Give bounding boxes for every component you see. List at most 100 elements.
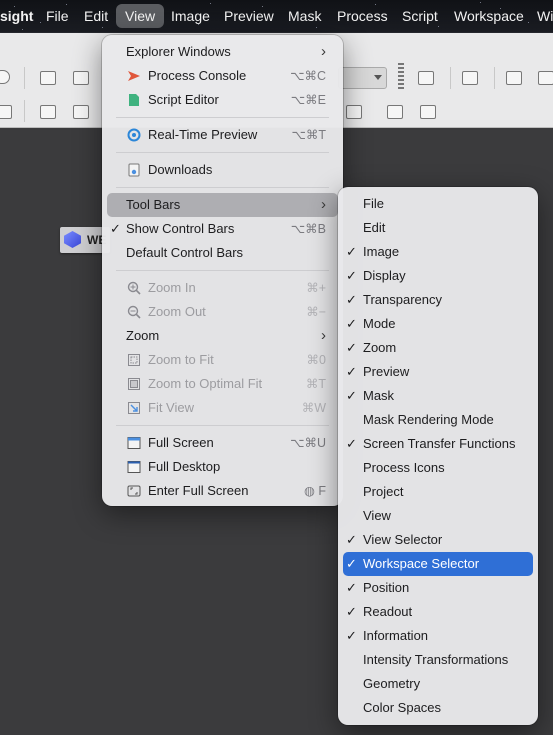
redo-icon[interactable] [0,70,10,84]
menu-item-label: Transparency [363,292,442,307]
toolbar-option-project[interactable]: Project [343,480,533,504]
toolbar-option-preview[interactable]: ✓ Preview [343,360,533,384]
toolbar-option-edit[interactable]: Edit [343,216,533,240]
menu-item-show-control-bars[interactable]: ✓ Show Control Bars ⌥⌘B [107,217,338,241]
menu-shortcut: ⌥⌘B [290,222,326,236]
menu-item-label: Zoom [363,340,397,355]
menubar-file[interactable]: File [46,8,69,24]
menu-item-zoom-to-optimal-fit[interactable]: Zoom to Optimal Fit ⌘T [107,372,338,396]
menubar-image[interactable]: Image [171,8,210,24]
toolbar-option-information[interactable]: ✓ Information [343,624,533,648]
menubar-window[interactable]: Wi [537,8,553,24]
toolbar-option-view-selector[interactable]: ✓ View Selector [343,528,533,552]
toolbar-tool-icon[interactable] [0,105,12,119]
starfield-dot [22,29,23,30]
fit-view-icon [128,402,140,414]
menu-item-full-screen[interactable]: Full Screen ⌥⌘U [107,431,338,455]
menu-item-enter-full-screen[interactable]: Enter Full Screen ◍ F [107,479,338,503]
toolbar-option-geometry[interactable]: Geometry [343,672,533,696]
script-editor-icon [129,94,139,106]
menu-item-default-control-bars[interactable]: Default Control Bars [107,241,338,265]
menu-item-script-editor[interactable]: Script Editor ⌥⌘E [107,88,338,112]
menu-item-explorer-windows[interactable]: Explorer Windows › [107,40,338,64]
toolbar-option-view[interactable]: View [343,504,533,528]
zoom-to-fit-icon [128,354,140,366]
toolbar-option-process-icons[interactable]: Process Icons [343,456,533,480]
toolbar-option-readout[interactable]: ✓ Readout [343,600,533,624]
checkmark-icon: ✓ [346,604,357,619]
menu-item-process-console[interactable]: Process Console ⌥⌘C [107,64,338,88]
menubar-process[interactable]: Process [337,8,388,24]
toolbar-tool-icon[interactable] [387,105,403,119]
toolbar-tool-icon[interactable] [73,71,89,85]
toolbar-tool-icon[interactable] [506,71,522,85]
zoom-optimal-icon [128,378,140,390]
menubar-script[interactable]: Script [402,8,438,24]
toolbar-option-workspace-selector[interactable]: ✓ Workspace Selector [343,552,533,576]
menu-item-zoom-out[interactable]: Zoom Out ⌘− [107,300,338,324]
menu-separator [116,152,329,153]
full-screen-icon [127,437,141,449]
menubar-app-name[interactable]: sight [0,8,33,24]
menu-item-zoom[interactable]: Zoom › [107,324,338,348]
toolbar-tool-icon[interactable] [418,71,434,85]
toolbar-option-zoom[interactable]: ✓ Zoom [343,336,533,360]
menubar-view[interactable]: View [116,4,165,28]
menubar-edit[interactable]: Edit [84,8,108,24]
menu-item-label: Mask [363,388,395,403]
toolbar-option-color-spaces[interactable]: Color Spaces [343,696,533,720]
menu-item-label: Screen Transfer Functions [363,436,516,451]
checkmark-icon: ✓ [346,364,357,379]
menu-separator [116,270,329,271]
checkmark-icon: ✓ [346,388,357,403]
menu-item-label: Process Console [148,68,247,83]
menu-item-fit-view[interactable]: Fit View ⌘W [107,396,338,420]
menu-item-zoom-to-fit[interactable]: Zoom to Fit ⌘0 [107,348,338,372]
menu-item-label: Geometry [363,676,421,691]
starfield-dot [528,22,529,23]
menu-item-label: Workspace Selector [363,556,480,571]
toolbar-option-file[interactable]: File [343,192,533,216]
toolbar-option-mask[interactable]: ✓ Mask [343,384,533,408]
menu-separator [116,187,329,188]
menu-item-label: Information [363,628,429,643]
toolbar-grip-handle[interactable] [398,63,404,91]
menu-item-label: Tool Bars [126,197,181,212]
toolbar-separator [494,67,495,89]
menu-item-zoom-in[interactable]: Zoom In ⌘+ [107,276,338,300]
menu-item-label: Display [363,268,406,283]
menubar-preview[interactable]: Preview [224,8,274,24]
menu-item-label: Color Spaces [363,700,442,715]
checkmark-icon: ✓ [346,580,357,595]
menu-item-label: Readout [363,604,413,619]
toolbar-option-transparency[interactable]: ✓ Transparency [343,288,533,312]
chevron-right-icon: › [321,43,326,60]
menu-item-tool-bars[interactable]: Tool Bars › [107,193,338,217]
menu-item-full-desktop[interactable]: Full Desktop [107,455,338,479]
menu-shortcut-key: F [318,484,326,498]
toolbar-tool-icon[interactable] [462,71,478,85]
menu-item-downloads[interactable]: Downloads [107,158,338,182]
toolbar-tool-icon[interactable] [420,105,436,119]
starfield-dot [375,4,376,5]
menubar-mask[interactable]: Mask [288,8,321,24]
toolbar-tool-icon[interactable] [40,105,56,119]
toolbar-option-image[interactable]: ✓ Image [343,240,533,264]
toolbar-option-mode[interactable]: ✓ Mode [343,312,533,336]
toolbar-option-display[interactable]: ✓ Display [343,264,533,288]
toolbar-tool-icon[interactable] [346,105,362,119]
toolbar-tool-icon[interactable] [538,71,553,85]
menu-item-realtime-preview[interactable]: Real-Time Preview ⌥⌘T [107,123,338,147]
toolbar-tool-icon[interactable] [73,105,89,119]
toolbar-option-position[interactable]: ✓ Position [343,576,533,600]
toolbar-option-screen-transfer-functions[interactable]: ✓ Screen Transfer Functions [343,432,533,456]
toolbar-combo-box[interactable] [338,67,387,89]
menu-item-label: Real-Time Preview [148,127,258,142]
toolbar-option-mask-rendering-mode[interactable]: Mask Rendering Mode [343,408,533,432]
menubar-workspace[interactable]: Workspace [454,8,524,24]
toolbar-option-intensity-transformations[interactable]: Intensity Transformations [343,648,533,672]
toolbar-tool-icon[interactable] [40,71,56,85]
menu-shortcut: ⌘− [306,305,326,319]
checkmark-icon: ✓ [346,268,357,283]
toolbar-separator [450,67,451,89]
